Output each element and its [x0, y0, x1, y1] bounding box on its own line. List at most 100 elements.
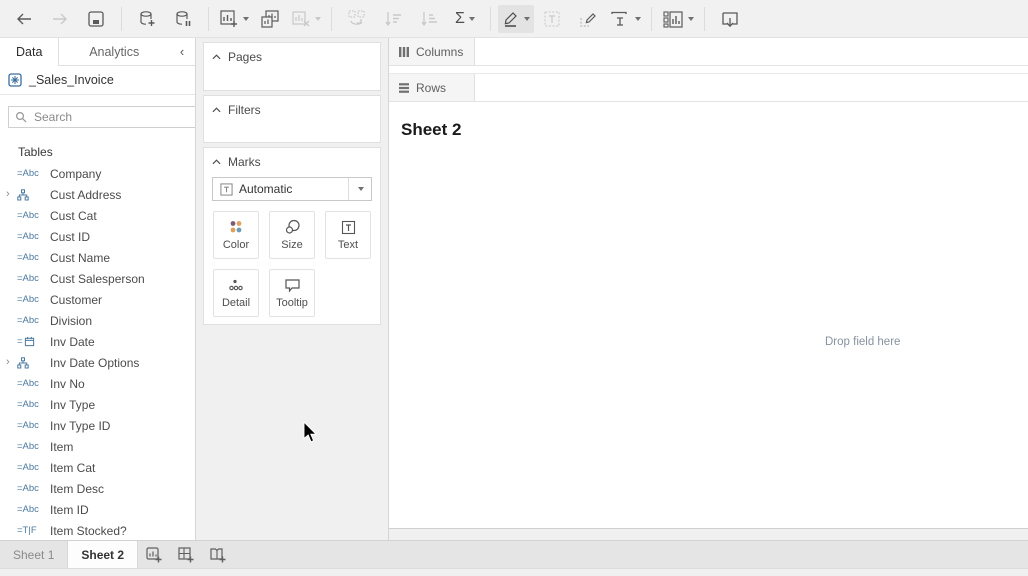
filters-card-label: Filters — [228, 103, 261, 117]
mark-type-caret-icon[interactable] — [348, 178, 371, 200]
fit-icon[interactable] — [606, 5, 644, 33]
highlight-icon[interactable] — [498, 5, 534, 33]
search-row: ▼ — [0, 95, 195, 139]
field-row[interactable]: ›Inv Date Options — [0, 352, 195, 373]
detail-button[interactable]: Detail — [213, 269, 259, 317]
size-button[interactable]: Size — [269, 211, 315, 259]
toolbar-divider — [490, 7, 491, 31]
undo-icon[interactable] — [6, 5, 42, 33]
sheet-title: Sheet 2 — [401, 120, 461, 140]
text-mark-icon — [220, 183, 233, 196]
new-data-source-icon[interactable] — [129, 5, 165, 33]
totals-icon[interactable]: Σ — [447, 5, 483, 33]
field-type-icon: =Abc — [17, 378, 48, 389]
tab-data[interactable]: Data — [0, 38, 59, 66]
collapse-chevron-icon[interactable] — [212, 159, 221, 165]
redo-icon[interactable] — [42, 5, 78, 33]
field-name: Division — [50, 314, 92, 328]
size-icon — [284, 219, 301, 235]
pause-auto-updates-icon[interactable] — [165, 5, 201, 33]
sheet-area: Columns Rows Sheet 2 Drop field here — [388, 38, 1028, 540]
mark-type-dropdown[interactable]: Automatic — [212, 177, 372, 201]
collapse-chevron-icon[interactable] — [212, 54, 221, 60]
toolbar: Σ — [0, 0, 1028, 38]
download-icon[interactable] — [712, 5, 748, 33]
field-row[interactable]: =AbcCompany — [0, 163, 195, 184]
field-type-icon: =Abc — [17, 294, 48, 305]
format-icon[interactable] — [570, 5, 606, 33]
field-name: Inv Type ID — [50, 419, 110, 433]
clear-sheet-icon — [288, 5, 324, 33]
datasource-row[interactable]: _Sales_Invoice — [0, 66, 195, 95]
field-type-icon: =Abc — [17, 462, 48, 473]
field-type-icon: = — [17, 336, 48, 347]
status-bar — [0, 568, 1028, 576]
rows-drop-zone[interactable] — [475, 74, 1028, 101]
collapse-chevron-icon[interactable] — [212, 107, 221, 113]
field-row[interactable]: ›Cust Address — [0, 184, 195, 205]
columns-shelf-label: Columns — [389, 38, 475, 65]
swap-rows-columns-icon — [339, 5, 375, 33]
color-button[interactable]: Color — [213, 211, 259, 259]
field-row[interactable]: =AbcItem Desc — [0, 478, 195, 499]
field-row[interactable]: =T|FItem Stocked? — [0, 520, 195, 540]
fit-caret-icon[interactable] — [635, 17, 641, 21]
highlight-caret-icon[interactable] — [524, 17, 530, 21]
toolbar-divider — [704, 7, 705, 31]
sheet-tab-bar: Sheet 1 Sheet 2 — [0, 540, 1028, 568]
field-row[interactable]: =AbcInv Type — [0, 394, 195, 415]
field-name: Inv Date — [50, 335, 95, 349]
text-button[interactable]: Text — [325, 211, 371, 259]
new-worksheet-caret-icon[interactable] — [243, 17, 249, 21]
field-row[interactable]: =AbcCust Salesperson — [0, 268, 195, 289]
save-icon[interactable] — [78, 5, 114, 33]
toolbar-divider — [121, 7, 122, 31]
field-row[interactable]: =AbcInv No — [0, 373, 195, 394]
search-icon — [15, 111, 27, 123]
data-pane-tabs: Data Analytics ‹ — [0, 38, 195, 66]
field-row[interactable]: =Inv Date — [0, 331, 195, 352]
field-row[interactable]: =AbcCust Cat — [0, 205, 195, 226]
columns-icon — [398, 46, 410, 58]
new-worksheet-icon[interactable] — [216, 5, 252, 33]
field-row[interactable]: =AbcDivision — [0, 310, 195, 331]
datasource-name: _Sales_Invoice — [29, 73, 114, 87]
new-story-tab-icon[interactable] — [202, 541, 234, 568]
totals-caret-icon[interactable] — [469, 17, 475, 21]
clear-sheet-caret-icon — [315, 17, 321, 21]
tables-header: Tables — [0, 139, 195, 163]
field-name: Item Stocked? — [50, 524, 127, 538]
sheet-tab-1[interactable]: Sheet 1 — [0, 541, 67, 568]
field-row[interactable]: =AbcCust Name — [0, 247, 195, 268]
color-icon — [228, 219, 244, 235]
field-type-icon: =Abc — [17, 441, 48, 452]
tooltip-button[interactable]: Tooltip — [269, 269, 315, 317]
show-hide-cards-icon[interactable] — [659, 5, 697, 33]
filters-card[interactable]: Filters — [203, 95, 381, 143]
duplicate-sheet-icon[interactable] — [252, 5, 288, 33]
pages-card[interactable]: Pages — [203, 42, 381, 91]
field-row[interactable]: =AbcItem Cat — [0, 457, 195, 478]
view-canvas[interactable]: Sheet 2 Drop field here — [389, 102, 1028, 529]
drop-field-hint[interactable]: Drop field here — [825, 336, 900, 348]
show-hide-cards-caret-icon[interactable] — [688, 17, 694, 21]
sheet-tab-2[interactable]: Sheet 2 — [67, 541, 138, 568]
columns-drop-zone[interactable] — [475, 38, 1028, 65]
field-type-icon: =Abc — [17, 252, 48, 263]
tab-analytics[interactable]: Analytics — [59, 38, 169, 66]
collapse-pane-icon[interactable]: ‹ — [169, 38, 195, 66]
field-row[interactable]: =AbcItem ID — [0, 499, 195, 520]
field-row[interactable]: =AbcItem — [0, 436, 195, 457]
field-row[interactable]: =AbcCustomer — [0, 289, 195, 310]
expand-icon[interactable]: › — [6, 189, 17, 200]
hierarchy-icon — [17, 357, 29, 369]
search-input[interactable] — [32, 109, 191, 125]
field-type-icon: =Abc — [17, 420, 48, 431]
new-worksheet-tab-icon[interactable] — [138, 541, 170, 568]
field-row[interactable]: =AbcInv Type ID — [0, 415, 195, 436]
field-name: Cust Salesperson — [50, 272, 145, 286]
expand-icon[interactable]: › — [6, 357, 17, 368]
search-box[interactable] — [8, 106, 196, 128]
field-row[interactable]: =AbcCust ID — [0, 226, 195, 247]
new-dashboard-tab-icon[interactable] — [170, 541, 202, 568]
